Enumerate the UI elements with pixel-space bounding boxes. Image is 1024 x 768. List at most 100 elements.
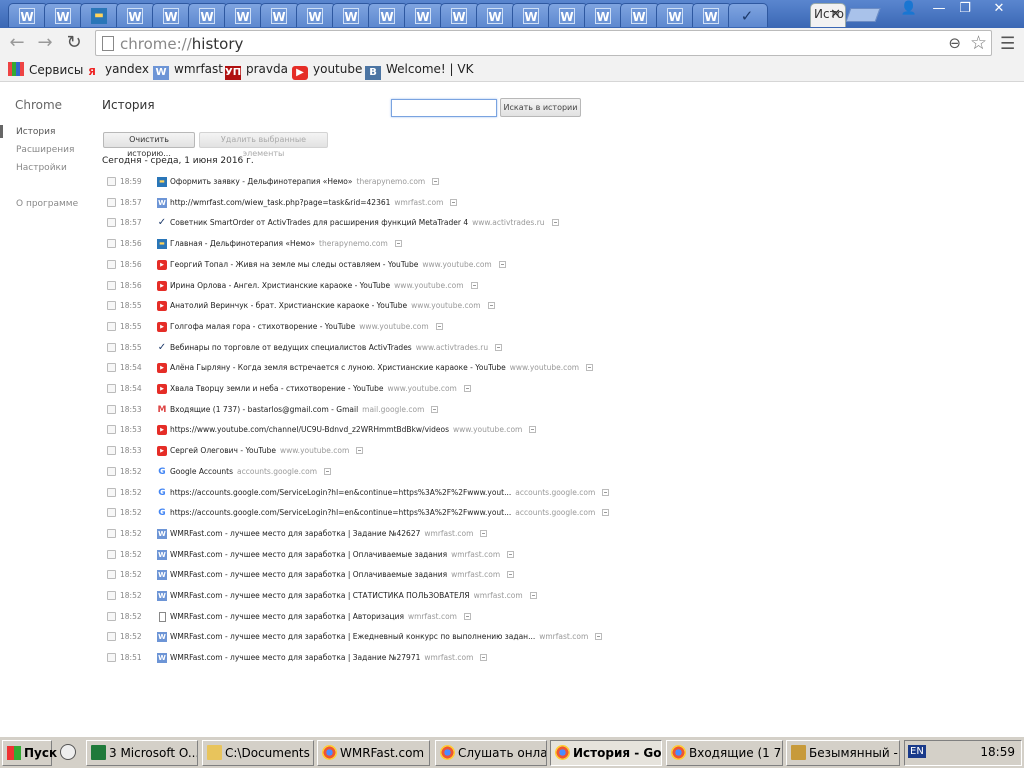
taskbar-button[interactable]: WMRFast.com ... — [317, 740, 430, 766]
browser-tab[interactable]: W — [440, 3, 480, 27]
row-menu-icon[interactable] — [463, 385, 471, 392]
history-entry-title[interactable]: WMRFast.com - лучшее место для заработка… — [170, 570, 447, 579]
history-entry-title[interactable]: Советник SmartOrder от ActivTrades для р… — [170, 218, 468, 227]
row-checkbox[interactable] — [107, 218, 116, 228]
history-entry-title[interactable]: Георгий Топал - Живя на земле мы следы о… — [170, 260, 418, 269]
history-entry-domain[interactable]: mail.google.com — [362, 405, 424, 414]
row-checkbox[interactable] — [107, 466, 116, 476]
row-menu-icon[interactable] — [586, 364, 594, 372]
taskbar-button[interactable]: Входящие (1 7... — [666, 740, 783, 766]
back-button[interactable]: ← — [6, 32, 28, 54]
browser-tab[interactable]: W — [116, 3, 156, 27]
row-checkbox[interactable] — [107, 404, 116, 414]
row-checkbox[interactable] — [107, 487, 116, 497]
search-history-button[interactable]: Искать в истории — [500, 98, 581, 117]
row-menu-icon[interactable] — [450, 198, 458, 206]
history-entry-title[interactable]: Хвала Творцу земли и неба - стихотворени… — [170, 384, 384, 393]
row-menu-icon[interactable] — [480, 529, 488, 537]
row-menu-icon[interactable] — [432, 178, 440, 185]
browser-tab[interactable]: W — [512, 3, 552, 27]
taskbar-button[interactable]: Безымянный - ... — [786, 740, 900, 766]
history-entry-domain[interactable]: www.youtube.com — [394, 281, 463, 290]
bookmark-welcome-vk[interactable]: В Welcome! | VK — [365, 62, 473, 80]
history-entry-title[interactable]: Алёна Гырляну - Когда земля встречается … — [170, 363, 506, 372]
history-entry-domain[interactable]: wmrfast.com — [451, 550, 500, 559]
browser-tab[interactable]: W — [8, 3, 48, 27]
browser-tab[interactable]: W — [476, 3, 516, 27]
row-checkbox[interactable] — [107, 591, 116, 600]
browser-tab[interactable]: W — [656, 3, 696, 27]
row-checkbox[interactable] — [107, 321, 116, 331]
zoom-icon[interactable]: ⊖ — [948, 34, 961, 52]
menu-icon[interactable]: ☰ — [1000, 34, 1015, 54]
browser-tab[interactable]: W — [692, 3, 732, 27]
row-checkbox[interactable] — [107, 301, 116, 311]
history-entry-title[interactable]: Главная - Дельфинотерапия «Немо» — [170, 239, 315, 248]
address-bar[interactable]: chrome://history ⊖ ☆ — [95, 30, 992, 56]
row-menu-icon[interactable] — [507, 571, 515, 579]
history-entry-domain[interactable]: therapynemo.com — [319, 239, 388, 248]
browser-tab[interactable]: W — [620, 3, 660, 27]
history-entry-domain[interactable]: accounts.google.com — [515, 508, 595, 517]
history-entry-domain[interactable]: wmrfast.com — [394, 198, 443, 207]
row-checkbox[interactable] — [107, 384, 116, 393]
bookmark-pravda[interactable]: УП pravda — [225, 62, 288, 80]
row-menu-icon[interactable] — [487, 302, 495, 310]
browser-tab[interactable]: W — [152, 3, 192, 27]
row-menu-icon[interactable] — [498, 260, 506, 268]
history-entry-domain[interactable]: www.youtube.com — [453, 425, 522, 434]
history-entry-domain[interactable]: www.activtrades.ru — [416, 343, 488, 352]
tab-close-icon[interactable]: ✕ — [830, 7, 841, 22]
history-entry-domain[interactable]: wmrfast.com — [424, 529, 473, 538]
history-entry-title[interactable]: Вебинары по торговле от ведущих специали… — [170, 343, 412, 352]
history-entry-title[interactable]: WMRFast.com - лучшее место для заработка… — [170, 632, 535, 641]
browser-tab[interactable]: W — [368, 3, 408, 27]
history-entry-domain[interactable]: www.youtube.com — [388, 384, 457, 393]
history-entry-title[interactable]: http://wmrfast.com/wiew_task.php?page=ta… — [170, 198, 390, 207]
row-checkbox[interactable] — [107, 570, 116, 580]
row-checkbox[interactable] — [107, 177, 116, 186]
row-menu-icon[interactable] — [394, 240, 402, 248]
browser-tab[interactable]: W — [404, 3, 444, 27]
restore-button[interactable]: ❐ — [952, 0, 978, 19]
history-entry-domain[interactable]: www.activtrades.ru — [472, 218, 544, 227]
row-menu-icon[interactable] — [495, 343, 503, 351]
history-entry-title[interactable]: https://accounts.google.com/ServiceLogin… — [170, 508, 511, 517]
row-menu-icon[interactable] — [595, 633, 603, 641]
active-tab[interactable]: История✕ — [810, 3, 846, 27]
row-menu-icon[interactable] — [356, 447, 364, 455]
browser-tab[interactable]: W — [584, 3, 624, 27]
bookmark-wmrfast[interactable]: Wwmrfast — [153, 62, 223, 80]
taskbar-button[interactable]: C:\Documents ... — [202, 740, 314, 766]
row-checkbox[interactable] — [107, 528, 116, 538]
history-entry-domain[interactable]: www.youtube.com — [411, 301, 480, 310]
taskbar-button[interactable]: Слушать онла... — [435, 740, 547, 766]
row-menu-icon[interactable] — [480, 654, 488, 662]
bookmark-star-icon[interactable]: ☆ — [970, 32, 987, 54]
close-window-button[interactable]: ✕ — [984, 0, 1014, 19]
row-checkbox[interactable] — [107, 363, 116, 373]
browser-tab[interactable]: W — [188, 3, 228, 27]
row-menu-icon[interactable] — [602, 509, 610, 517]
history-entry-title[interactable]: WMRFast.com - лучшее место для заработка… — [170, 612, 404, 621]
browser-tab[interactable]: W — [44, 3, 84, 27]
start-button[interactable]: Пуск — [2, 740, 57, 766]
history-entry-title[interactable]: Оформить заявку - Дельфинотерапия «Немо» — [170, 177, 353, 186]
clear-history-button[interactable]: Очистить историю... — [103, 132, 195, 158]
history-entry-domain[interactable]: therapynemo.com — [357, 177, 426, 186]
history-entry-title[interactable]: Ирина Орлова - Ангел. Христианские карао… — [170, 281, 390, 290]
row-menu-icon[interactable] — [431, 405, 439, 413]
row-checkbox[interactable] — [107, 653, 116, 663]
row-menu-icon[interactable] — [551, 219, 559, 227]
history-entry-title[interactable]: WMRFast.com - лучшее место для заработка… — [170, 591, 470, 600]
history-search-input[interactable] — [391, 99, 497, 117]
row-checkbox[interactable] — [107, 239, 116, 249]
history-entry-title[interactable]: Анатолий Веринчук - брат. Христианские к… — [170, 301, 407, 310]
nav-item-extensions[interactable]: Расширения — [16, 145, 74, 155]
bookmark-youtube[interactable]: ▶ youtube — [292, 62, 362, 80]
browser-tab[interactable]: W — [548, 3, 588, 27]
history-entry-title[interactable]: Голгофа малая гора - стихотворение - You… — [170, 322, 355, 331]
row-menu-icon[interactable] — [435, 322, 443, 330]
row-menu-icon[interactable] — [529, 592, 537, 599]
new-tab-button[interactable] — [845, 8, 881, 22]
